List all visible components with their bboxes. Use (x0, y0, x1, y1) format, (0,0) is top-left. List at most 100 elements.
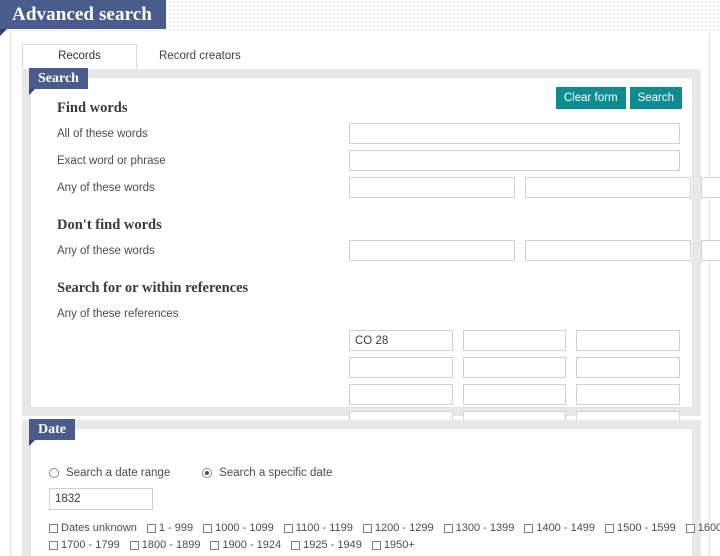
input-reference-9[interactable] (576, 384, 680, 405)
checkbox-label-1000-1099: 1000 - 1099 (215, 522, 274, 534)
input-any-of-these-words-2[interactable] (525, 177, 691, 198)
input-reference-2[interactable] (462, 330, 567, 351)
checkbox-icon-1700-1799 (49, 540, 58, 550)
inputs-exclude-any-of-these-words (349, 240, 720, 261)
input-reference-6[interactable] (576, 357, 680, 378)
field-row-exclude-any-of-these-words: Any of these words (43, 240, 720, 262)
checkbox-icon-1400-1499 (524, 523, 534, 533)
field-row-all-of-these-words: All of these words (43, 123, 680, 145)
checkbox-label-1900-1924: 1900 - 1924 (222, 539, 282, 551)
input-reference-8[interactable] (462, 384, 567, 405)
field-row-any-of-these-references: Any of these references (43, 303, 680, 325)
input-reference-3[interactable] (576, 330, 680, 351)
checkbox-1300-1399[interactable]: 1300 - 1399 (443, 522, 515, 534)
checkbox-1200-1299[interactable]: 1200 - 1299 (362, 522, 434, 534)
checkbox-1950-plus[interactable]: 1950+ (371, 539, 415, 551)
specific-date-input[interactable] (49, 488, 153, 510)
checkbox-1400-1499[interactable]: 1400 - 1499 (524, 522, 595, 534)
label-any-of-these-words: Any of these words (57, 182, 155, 194)
label-exclude-any-of-these-words: Any of these words (57, 245, 155, 257)
checkbox-icon-1000-1099 (203, 523, 213, 533)
checkbox-label-1-999: 1 - 999 (158, 522, 194, 534)
date-input-row (49, 488, 678, 510)
search-form: Find words All of these words Exact word… (31, 100, 720, 432)
period-checkbox-group: Dates unknown 1 - 999 1000 - 1099 1100 -… (49, 522, 720, 551)
checkbox-label-dates-unknown: Dates unknown (61, 522, 137, 534)
checkbox-1700-1799[interactable]: 1700 - 1799 (49, 539, 120, 551)
radio-search-a-date-range[interactable]: Search a date range (49, 467, 170, 479)
checkbox-1600-1699[interactable]: 1600 - 1699 (685, 522, 720, 534)
checkbox-icon-1200-1299 (362, 523, 372, 533)
tab-record-creators-label: Record creators (159, 50, 241, 62)
date-ribbon-notch (29, 440, 35, 446)
search-button[interactable]: Search (629, 87, 682, 109)
radio-icon-date-range (49, 468, 59, 478)
checkbox-label-1300-1399: 1300 - 1399 (455, 522, 515, 534)
checkbox-label-1950-plus: 1950+ (383, 539, 415, 551)
tab-record-creators[interactable]: Record creators (136, 44, 262, 68)
checkbox-1925-1949[interactable]: 1925 - 1949 (291, 539, 362, 551)
checkbox-icon-1500-1599 (605, 523, 615, 533)
checkbox-label-1925-1949: 1925 - 1949 (303, 539, 362, 551)
field-row-any-of-these-words: Any of these words (43, 177, 720, 199)
radio-label-date-range: Search a date range (66, 467, 171, 479)
checkbox-1-999[interactable]: 1 - 999 (146, 522, 194, 534)
search-ribbon-notch (29, 89, 35, 95)
checkbox-label-1100-1199: 1100 - 1199 (295, 522, 353, 534)
checkbox-dates-unknown[interactable]: Dates unknown (49, 522, 137, 534)
checkbox-1800-1899[interactable]: 1800 - 1899 (129, 539, 200, 551)
form-actions: Clear form Search (555, 87, 682, 109)
checkbox-icon-1800-1899 (129, 540, 139, 550)
date-section-header-label: Date (38, 422, 66, 437)
label-all-of-these-words: All of these words (57, 128, 148, 140)
page-title: Advanced search (0, 0, 166, 36)
period-checkbox-row-1: Dates unknown 1 - 999 1000 - 1099 1100 -… (49, 522, 720, 534)
input-any-of-these-words-3[interactable] (701, 177, 720, 198)
checkbox-1500-1599[interactable]: 1500 - 1599 (605, 522, 676, 534)
input-reference-1[interactable] (349, 330, 453, 351)
clear-form-button[interactable]: Clear form (555, 87, 626, 109)
group-title-references: Search for or within references (57, 280, 249, 296)
checkbox-label-1600-1699: 1600 - 1699 (697, 522, 720, 534)
inputs-any-of-these-words (349, 177, 720, 198)
reference-input-grid (349, 330, 680, 432)
checkbox-label-1500-1599: 1500 - 1599 (617, 522, 676, 534)
input-reference-7[interactable] (349, 384, 453, 405)
label-any-of-these-references: Any of these references (57, 308, 179, 320)
inputs-exact-word-or-phrase (349, 150, 680, 171)
input-reference-4[interactable] (349, 357, 453, 378)
input-any-of-these-words-1[interactable] (349, 177, 515, 198)
search-section-header: Search (29, 68, 88, 95)
radio-label-specific-date: Search a specific date (219, 467, 333, 479)
search-section-header-label: Search (38, 71, 79, 86)
label-exact-word-or-phrase: Exact word or phrase (57, 155, 166, 167)
checkbox-icon-1925-1949 (291, 540, 301, 550)
date-section-header: Date (29, 419, 75, 446)
radio-icon-specific-date-selected (202, 468, 213, 478)
date-mode-radio-group: Search a date range Search a specific da… (49, 467, 678, 479)
checkbox-label-1200-1299: 1200 - 1299 (374, 522, 434, 534)
checkbox-icon-1900-1924 (210, 540, 220, 550)
input-exclude-any-of-these-words-3[interactable] (701, 240, 720, 261)
group-title-dont-find-words: Don't find words (57, 217, 162, 233)
input-reference-5[interactable] (462, 357, 567, 378)
checkbox-icon-1950-plus (371, 540, 381, 550)
date-form: Search a date range Search a specific da… (31, 455, 720, 556)
inputs-all-of-these-words (349, 123, 680, 144)
input-exclude-any-of-these-words-1[interactable] (349, 240, 515, 261)
input-exact-word-or-phrase[interactable] (349, 150, 680, 171)
checkbox-icon-1600-1699 (685, 523, 695, 533)
page-title-text: Advanced search (12, 4, 152, 25)
input-all-of-these-words[interactable] (349, 123, 680, 144)
period-checkbox-row-2: 1700 - 1799 1800 - 1899 1900 - 1924 1925… (49, 539, 678, 551)
checkbox-label-1700-1799: 1700 - 1799 (61, 539, 120, 551)
tab-records[interactable]: Records (22, 44, 137, 68)
checkbox-label-1400-1499: 1400 - 1499 (536, 522, 596, 534)
checkbox-1900-1924[interactable]: 1900 - 1924 (210, 539, 281, 551)
input-exclude-any-of-these-words-2[interactable] (525, 240, 691, 261)
search-panel: Search Clear form Search Find words All … (29, 68, 720, 432)
checkbox-1100-1199[interactable]: 1100 - 1199 (283, 522, 353, 534)
tab-records-label: Records (58, 50, 101, 62)
radio-search-a-specific-date[interactable]: Search a specific date (202, 467, 332, 479)
checkbox-1000-1099[interactable]: 1000 - 1099 (203, 522, 274, 534)
